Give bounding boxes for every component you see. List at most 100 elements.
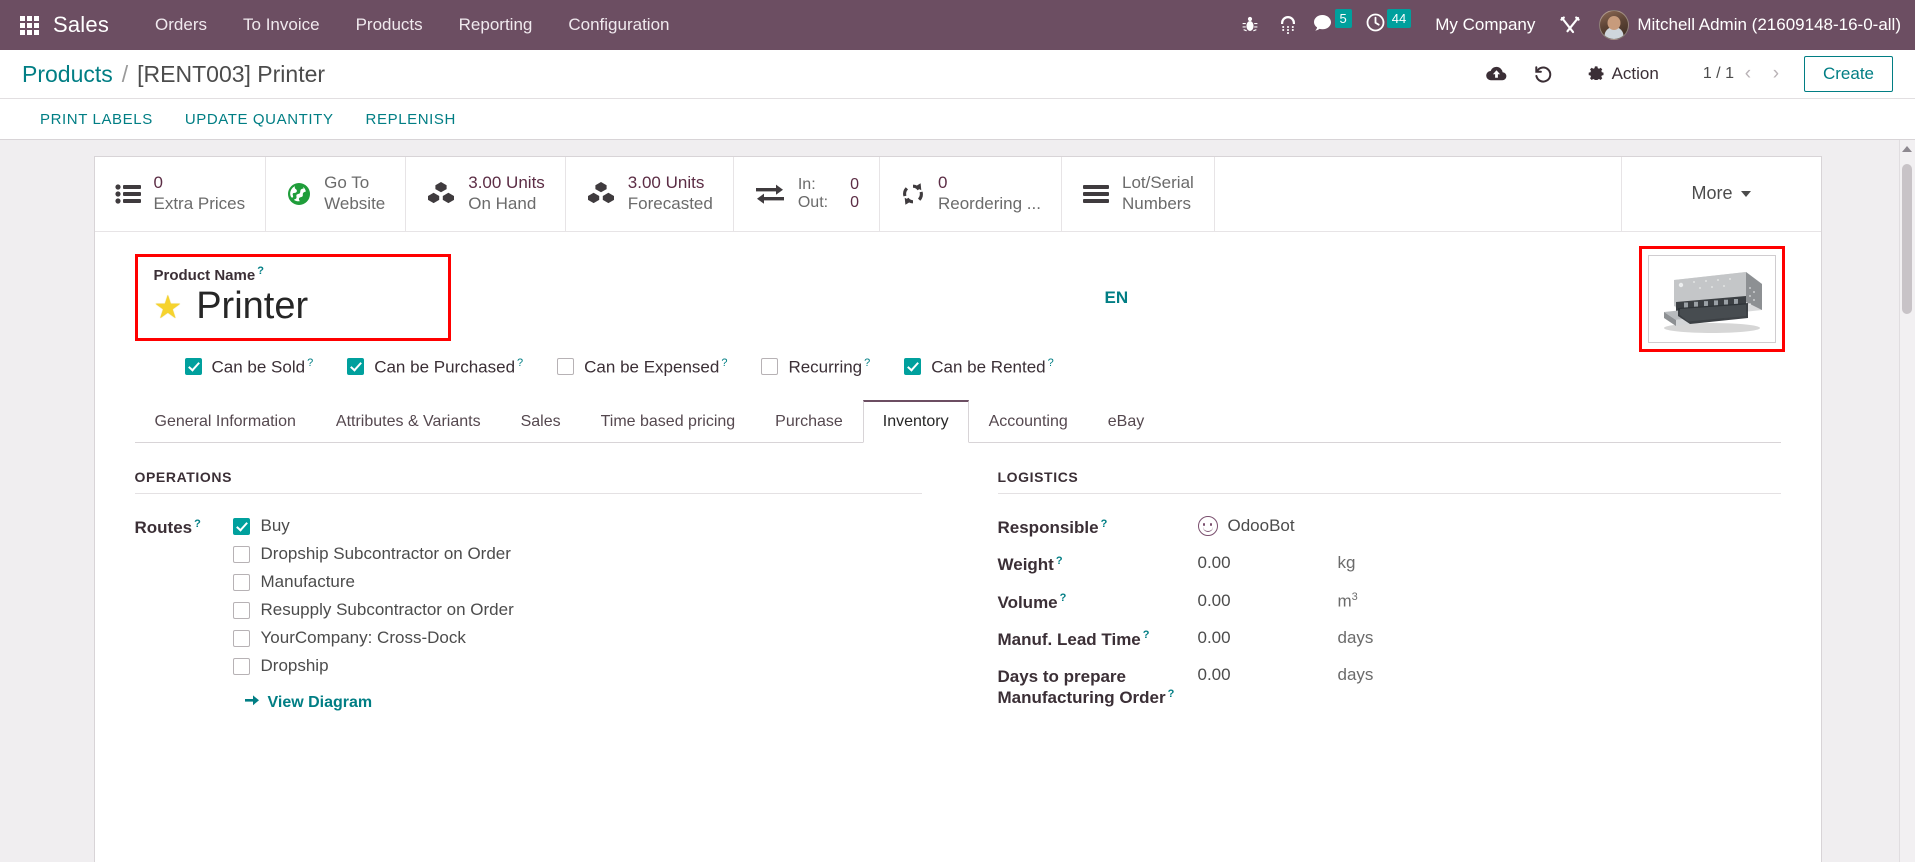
manuf-lead-time-input[interactable]: 0.00	[1198, 628, 1338, 648]
messages-counter[interactable]: 5	[1309, 0, 1358, 50]
help-tooltip-icon[interactable]: ?	[864, 357, 870, 369]
menu-reporting[interactable]: Reporting	[441, 0, 551, 50]
route-dropship[interactable]: Dropship	[232, 656, 514, 676]
help-tooltip-icon[interactable]: ?	[1060, 592, 1067, 604]
help-tooltip-icon[interactable]: ?	[517, 357, 523, 369]
responsible-name[interactable]: OdooBot	[1228, 516, 1295, 536]
menu-configuration[interactable]: Configuration	[550, 0, 687, 50]
tab-attributes-variants[interactable]: Attributes & Variants	[316, 400, 501, 443]
route-manufacture[interactable]: Manufacture	[232, 572, 514, 592]
dialpad-icon[interactable]	[1271, 0, 1305, 50]
undo-icon[interactable]	[1520, 56, 1566, 92]
checkbox-label[interactable]: Can be Purchased?	[374, 357, 523, 378]
checkbox-recurring[interactable]: Recurring?	[761, 357, 870, 378]
stat-button-go-to-website[interactable]: Go To Website	[266, 157, 407, 231]
route-dropship-subcontractor-on-order[interactable]: Dropship Subcontractor on Order	[232, 544, 514, 564]
checkbox-can-be-expensed[interactable]: Can be Expensed?	[557, 357, 727, 378]
product-name-input[interactable]: Printer	[196, 285, 308, 328]
chevron-left-icon[interactable]: ‹	[1734, 59, 1762, 89]
checkbox-label[interactable]: Can be Sold?	[212, 357, 314, 378]
logistics-title: LOGISTICS	[997, 469, 1781, 495]
route-label[interactable]: Buy	[261, 516, 290, 536]
tab-ebay[interactable]: eBay	[1088, 400, 1164, 443]
checkbox-label[interactable]: Can be Rented?	[931, 357, 1054, 378]
checkbox-box[interactable]	[232, 545, 250, 563]
checkbox-box[interactable]	[232, 601, 250, 619]
action-menu[interactable]: Action	[1574, 57, 1673, 91]
checkbox-box[interactable]	[557, 358, 575, 376]
tab-sales[interactable]: Sales	[501, 400, 581, 443]
route-resupply-subcontractor-on-order[interactable]: Resupply Subcontractor on Order	[232, 600, 514, 620]
checkbox-box[interactable]	[184, 358, 202, 376]
stat-button-forecasted[interactable]: 3.00 Units Forecasted	[566, 157, 734, 231]
stat-button-on-hand[interactable]: 3.00 Units On Hand	[406, 157, 566, 231]
create-button[interactable]: Create	[1803, 56, 1893, 92]
route-buy[interactable]: Buy	[232, 516, 514, 536]
bug-icon[interactable]	[1233, 0, 1267, 50]
route-label[interactable]: Dropship	[261, 656, 329, 676]
star-icon[interactable]: ★	[154, 291, 183, 323]
help-tooltip-icon[interactable]: ?	[1168, 688, 1175, 700]
volume-input[interactable]: 0.00	[1198, 591, 1338, 611]
checkbox-box[interactable]	[232, 517, 250, 535]
help-tooltip-icon[interactable]: ?	[1048, 357, 1054, 369]
stat-button-extra-prices[interactable]: 0 Extra Prices	[95, 157, 267, 231]
replenish-button[interactable]: REPLENISH	[352, 104, 470, 135]
vertical-scrollbar[interactable]	[1899, 140, 1915, 862]
help-tooltip-icon[interactable]: ?	[194, 518, 201, 530]
checkbox-label[interactable]: Recurring?	[788, 357, 870, 378]
checkbox-label[interactable]: Can be Expensed?	[584, 357, 727, 378]
stat-button-in-out[interactable]: In: 0 Out: 0	[734, 157, 880, 231]
company-switcher[interactable]: My Company	[1421, 15, 1549, 35]
view-diagram-link[interactable]: View Diagram	[244, 694, 514, 712]
tab-purchase[interactable]: Purchase	[755, 400, 863, 443]
help-tooltip-icon[interactable]: ?	[721, 357, 727, 369]
weight-input[interactable]: 0.00	[1198, 553, 1338, 573]
checkbox-box[interactable]	[761, 358, 779, 376]
activities-counter[interactable]: 44	[1362, 0, 1417, 50]
tab-accounting[interactable]: Accounting	[969, 400, 1088, 443]
more-stat-buttons-dropdown[interactable]: More	[1620, 157, 1821, 231]
scroll-up-arrow-icon[interactable]	[1902, 146, 1912, 152]
checkbox-box[interactable]	[232, 657, 250, 675]
breadcrumb-products[interactable]: Products	[22, 61, 113, 88]
checkbox-box[interactable]	[904, 358, 922, 376]
responsible-value[interactable]: OdooBot	[1197, 516, 1295, 537]
update-quantity-button[interactable]: UPDATE QUANTITY	[171, 104, 348, 135]
chevron-right-icon[interactable]: ›	[1762, 59, 1790, 89]
cloud-upload-icon[interactable]	[1474, 56, 1520, 92]
stat-button-lot-serial-numbers[interactable]: Lot/Serial Numbers	[1062, 157, 1215, 231]
scrollbar-thumb[interactable]	[1902, 164, 1912, 314]
days-to-prepare-mo-input[interactable]: 0.00	[1198, 665, 1338, 685]
user-menu[interactable]: Mitchell Admin (21609148-16-0-all)	[1591, 10, 1901, 40]
print-labels-button[interactable]: PRINT LABELS	[26, 104, 167, 135]
checkbox-box[interactable]	[232, 573, 250, 591]
route-label[interactable]: YourCompany: Cross-Dock	[261, 628, 466, 648]
app-brand-sales[interactable]: Sales	[53, 12, 109, 38]
checkbox-box[interactable]	[347, 358, 365, 376]
tab-time-based-pricing[interactable]: Time based pricing	[581, 400, 756, 443]
route-label[interactable]: Resupply Subcontractor on Order	[261, 600, 514, 620]
language-badge[interactable]: EN	[1105, 288, 1129, 308]
menu-orders[interactable]: Orders	[137, 0, 225, 50]
help-tooltip-icon[interactable]: ?	[257, 265, 264, 277]
checkbox-can-be-purchased[interactable]: Can be Purchased?	[347, 357, 523, 378]
tab-general-information[interactable]: General Information	[135, 400, 316, 443]
route-yourcompany-cross-dock[interactable]: YourCompany: Cross-Dock	[232, 628, 514, 648]
tab-inventory[interactable]: Inventory	[862, 400, 969, 444]
help-tooltip-icon[interactable]: ?	[307, 357, 313, 369]
apps-grid-icon[interactable]	[20, 15, 39, 35]
menu-products[interactable]: Products	[338, 0, 441, 50]
wrench-screwdriver-icon[interactable]	[1553, 0, 1587, 50]
product-image[interactable]	[1647, 254, 1776, 343]
route-label[interactable]: Dropship Subcontractor on Order	[261, 544, 511, 564]
checkbox-can-be-sold[interactable]: Can be Sold?	[184, 357, 314, 378]
help-tooltip-icon[interactable]: ?	[1143, 629, 1150, 641]
menu-to-invoice[interactable]: To Invoice	[225, 0, 338, 50]
help-tooltip-icon[interactable]: ?	[1056, 555, 1063, 567]
help-tooltip-icon[interactable]: ?	[1101, 518, 1108, 530]
checkbox-can-be-rented[interactable]: Can be Rented?	[904, 357, 1054, 378]
route-label[interactable]: Manufacture	[261, 572, 356, 592]
stat-button-reordering-rules[interactable]: 0 Reordering ...	[880, 157, 1062, 231]
checkbox-box[interactable]	[232, 629, 250, 647]
